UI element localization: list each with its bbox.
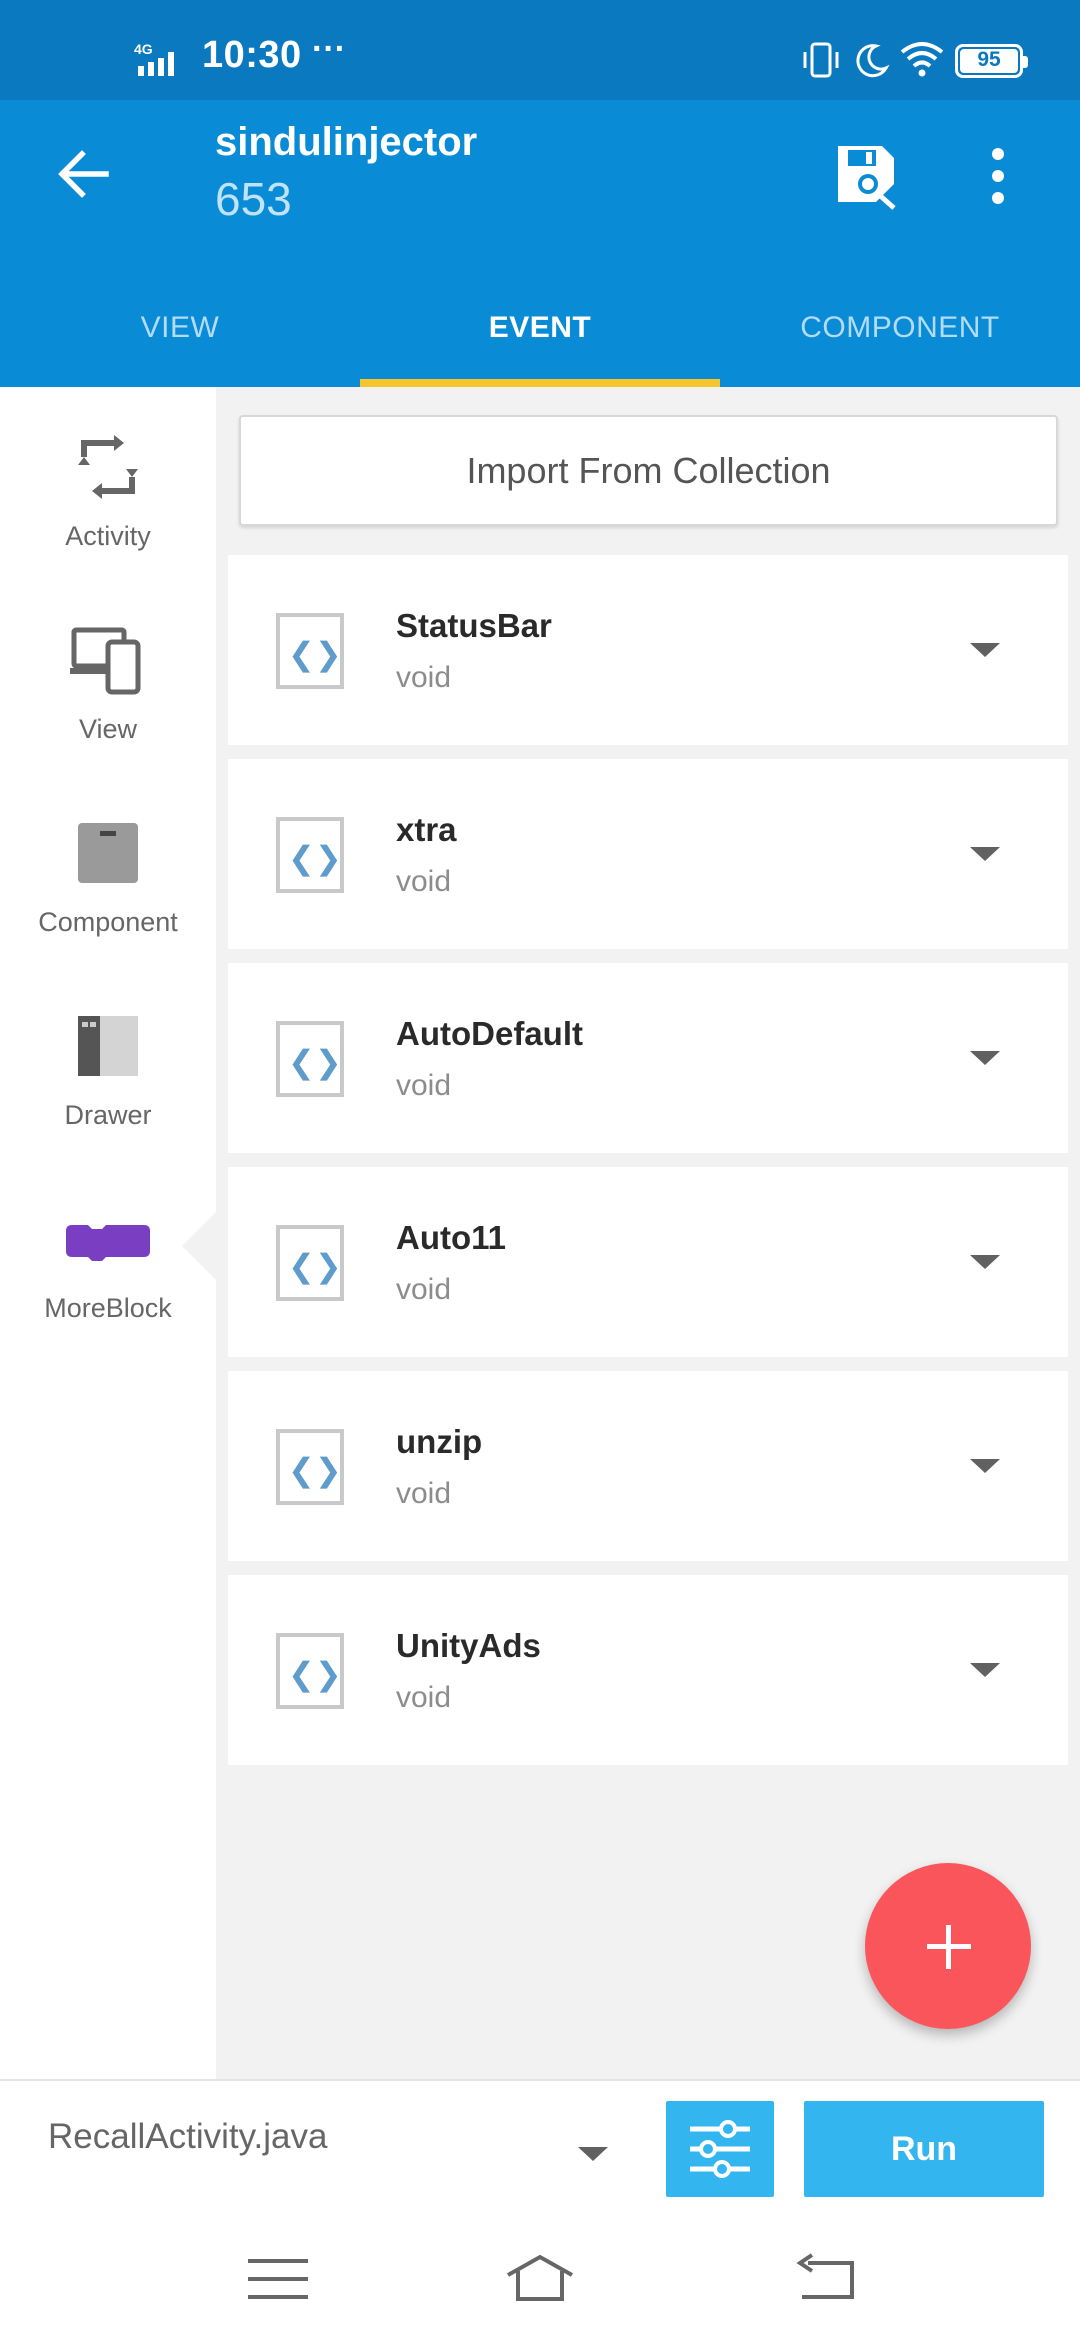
palette-item-drawer[interactable]: Drawer <box>0 966 216 1156</box>
navigation-bar <box>0 2219 1080 2340</box>
event-list-item[interactable]: ❮❯ UnityAds void <box>228 1575 1068 1765</box>
refresh-icon <box>78 435 138 499</box>
expand-chevron-icon[interactable] <box>970 1459 1000 1473</box>
back-arrow-icon[interactable] <box>50 140 118 208</box>
app-bar: sindulinjector 653 VIEW EVENT COMPONENT <box>0 100 1080 387</box>
event-name: UnityAds <box>396 1627 541 1664</box>
settings-sliders-button[interactable] <box>666 2101 774 2197</box>
wifi-icon <box>900 42 944 77</box>
event-return-type: void <box>396 865 452 898</box>
event-return-type: void <box>396 661 452 694</box>
event-return-type: void <box>396 1069 452 1102</box>
expand-chevron-icon[interactable] <box>970 847 1000 861</box>
status-bar: 4G 10:30 ··· 95 <box>0 0 1080 100</box>
palette-item-view[interactable]: View <box>0 580 216 770</box>
palette-label: View <box>78 714 138 744</box>
bottom-toolbar: RecallActivity.java Run <box>0 2079 1080 2219</box>
expand-chevron-icon[interactable] <box>970 1255 1000 1269</box>
battery-level: 95 <box>977 48 1001 71</box>
menu-icon[interactable] <box>242 2251 314 2307</box>
palette-label: MoreBlock <box>44 1293 172 1323</box>
run-button[interactable]: Run <box>804 2101 1044 2197</box>
palette-label: Activity <box>65 521 151 551</box>
tab-component[interactable]: COMPONENT <box>720 287 1080 387</box>
code-block-icon: ❮❯ <box>276 1633 344 1709</box>
project-title: sindulinjector <box>215 120 478 164</box>
code-block-icon: ❮❯ <box>276 1225 344 1301</box>
event-return-type: void <box>396 1273 452 1306</box>
signal-4g-icon: 4G <box>134 41 174 76</box>
event-name: xtra <box>396 811 457 848</box>
event-list-item[interactable]: ❮❯ unzip void <box>228 1371 1068 1561</box>
import-from-collection-button[interactable]: Import From Collection <box>239 415 1058 526</box>
event-name: AutoDefault <box>396 1015 583 1052</box>
dropdown-chevron-icon[interactable] <box>578 2147 608 2161</box>
expand-chevron-icon[interactable] <box>970 1051 1000 1065</box>
sliders-icon <box>690 2120 750 2178</box>
drawer-icon <box>78 1016 138 1076</box>
selection-pointer <box>182 1210 218 1282</box>
palette-label: Component <box>38 907 178 937</box>
save-icon[interactable] <box>832 140 904 212</box>
palette-item-activity[interactable]: Activity <box>0 387 216 577</box>
tab-bar: VIEW EVENT COMPONENT <box>0 287 1080 387</box>
moreblock-icon <box>66 1225 150 1261</box>
palette-label: Drawer <box>64 1100 152 1130</box>
svg-text:4G: 4G <box>134 41 153 57</box>
add-fab-button[interactable] <box>865 1863 1031 2029</box>
moon-icon <box>856 44 890 78</box>
status-time: 10:30 <box>202 34 302 76</box>
expand-chevron-icon[interactable] <box>970 1663 1000 1677</box>
component-box-icon <box>78 823 138 883</box>
code-block-icon: ❮❯ <box>276 817 344 893</box>
file-select[interactable]: RecallActivity.java <box>48 2117 327 2157</box>
event-name: Auto11 <box>396 1219 507 1256</box>
code-block-icon: ❮❯ <box>276 1429 344 1505</box>
devices-icon <box>70 627 141 695</box>
vibrate-icon <box>803 42 839 78</box>
status-overflow-dots: ··· <box>312 30 346 68</box>
project-id: 653 <box>215 173 292 225</box>
event-list-item[interactable]: ❮❯ StatusBar void <box>228 555 1068 745</box>
more-vert-icon[interactable] <box>990 144 1006 208</box>
tab-event[interactable]: EVENT <box>360 287 720 387</box>
code-block-icon: ❮❯ <box>276 613 344 689</box>
code-block-icon: ❮❯ <box>276 1021 344 1097</box>
event-list-item[interactable]: ❮❯ xtra void <box>228 759 1068 949</box>
home-icon[interactable] <box>504 2251 576 2307</box>
back-nav-icon[interactable] <box>792 2251 864 2307</box>
event-return-type: void <box>396 1477 452 1510</box>
event-name: StatusBar <box>396 607 552 644</box>
event-return-type: void <box>396 1681 452 1714</box>
tab-view[interactable]: VIEW <box>0 287 360 387</box>
palette-item-component[interactable]: Component <box>0 773 216 963</box>
event-list-item[interactable]: ❮❯ Auto11 void <box>228 1167 1068 1357</box>
event-list-item[interactable]: ❮❯ AutoDefault void <box>228 963 1068 1153</box>
battery-icon: 95 <box>955 44 1028 78</box>
event-name: unzip <box>396 1423 483 1460</box>
expand-chevron-icon[interactable] <box>970 643 1000 657</box>
